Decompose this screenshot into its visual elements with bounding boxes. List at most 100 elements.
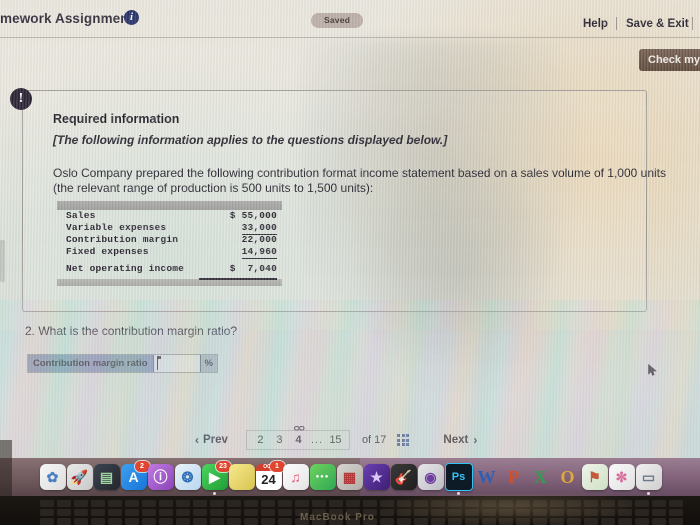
keyboard-key bbox=[125, 509, 139, 516]
keyboard-key bbox=[669, 500, 683, 507]
keyboard-key bbox=[261, 500, 275, 507]
page-number-4-current[interactable]: 4 bbox=[289, 426, 308, 446]
keyboard-key bbox=[176, 500, 190, 507]
keyboard-key bbox=[91, 509, 105, 516]
keyboard-key bbox=[159, 509, 173, 516]
keyboard-key bbox=[57, 500, 71, 507]
statement-bottom-bar bbox=[57, 279, 282, 286]
next-label: Next bbox=[443, 434, 469, 446]
macos-dock: ✿ 🚀 ▤ A 2 ⓘ ❂ ▶ 23 OCT 24 1 ♫ ●●● ▦ ★ 🎸 ◉ Ps W P X O ⚑ ✼ ▭ bbox=[0, 458, 700, 496]
percent-suffix: % bbox=[200, 355, 217, 372]
facetime-icon[interactable]: ▶ 23 bbox=[201, 461, 231, 495]
page-number-3[interactable]: 3 bbox=[270, 434, 289, 446]
statement-row: Variable expenses 33,000 bbox=[57, 222, 282, 235]
keyboard-key bbox=[652, 500, 666, 507]
keyboard-key bbox=[108, 518, 122, 525]
info-icon[interactable]: i bbox=[124, 10, 139, 25]
garageband-icon[interactable]: 🎸 bbox=[390, 464, 417, 490]
keyboard-key bbox=[244, 500, 258, 507]
keyboard-key bbox=[261, 518, 275, 525]
safari-icon[interactable]: ❂ bbox=[174, 464, 201, 490]
next-button[interactable]: Next › bbox=[443, 433, 477, 447]
help-link[interactable]: Help bbox=[583, 18, 608, 30]
launchpad-icon[interactable]: 🚀 bbox=[66, 464, 93, 490]
calendar-day-number: 24 bbox=[261, 472, 276, 487]
messages-icon[interactable]: ●●● bbox=[309, 464, 336, 490]
header-rule bbox=[0, 37, 700, 38]
keyboard-key bbox=[125, 500, 139, 507]
status-badge-saved: Saved bbox=[311, 13, 363, 28]
calendar-icon[interactable]: OCT 24 1 bbox=[255, 461, 285, 490]
keyboard-key bbox=[74, 509, 88, 516]
keyboard-key bbox=[193, 509, 207, 516]
income-statement-table: Sales $ 55,000 Variable expenses 33,000 Cont… bbox=[57, 201, 282, 286]
imovie-icon[interactable]: ★ bbox=[363, 464, 390, 490]
keyboard-key bbox=[210, 518, 224, 525]
statement-row-amount: $ 7,040 bbox=[229, 263, 277, 274]
answer-input[interactable] bbox=[152, 355, 201, 372]
keyboard-key bbox=[210, 500, 224, 507]
pagination-ellipsis: ... bbox=[310, 434, 324, 446]
keyboard-key bbox=[108, 500, 122, 507]
problem-text-line-2: (the relevant range of production is 500… bbox=[53, 181, 374, 195]
keyboard-key bbox=[329, 500, 343, 507]
keyboard-key bbox=[363, 500, 377, 507]
word-icon[interactable]: W bbox=[474, 464, 500, 490]
keyboard-key bbox=[227, 509, 241, 516]
statement-row-label: Sales bbox=[66, 210, 96, 221]
keyboard-key bbox=[669, 509, 683, 516]
check-my-work-button[interactable]: Check my work bbox=[639, 49, 700, 71]
app-store-icon[interactable]: A2 bbox=[120, 461, 150, 490]
keyboard-key bbox=[40, 518, 54, 525]
keyboard-key bbox=[278, 509, 292, 516]
keyboard-key bbox=[142, 509, 156, 516]
disc-app-icon[interactable]: ◉ bbox=[417, 464, 444, 490]
mission-control-icon[interactable]: ▤ bbox=[93, 464, 120, 490]
statement-double-rule bbox=[199, 278, 277, 280]
keyboard-key bbox=[278, 518, 292, 525]
powerpoint-icon[interactable]: P bbox=[501, 464, 527, 490]
podcasts-icon[interactable]: ⓘ bbox=[147, 464, 174, 490]
photos-app-icon[interactable]: ✼ bbox=[608, 464, 635, 490]
notes-icon[interactable] bbox=[228, 464, 255, 490]
keyboard-key bbox=[193, 518, 207, 525]
alert-icon: ! bbox=[10, 88, 32, 110]
keyboard-key bbox=[91, 500, 105, 507]
grid-icon[interactable] bbox=[397, 434, 410, 446]
statement-row-label: Fixed expenses bbox=[66, 246, 149, 257]
prev-button[interactable]: ‹ Prev bbox=[195, 433, 228, 447]
dock-running-dot bbox=[213, 492, 216, 495]
photo-booth-icon[interactable]: ▦ bbox=[336, 464, 363, 490]
keyboard-key bbox=[278, 500, 292, 507]
keyboard-key bbox=[193, 500, 207, 507]
statement-row: Contribution margin 22,000 bbox=[57, 234, 282, 246]
page-number-4-label: 4 bbox=[295, 434, 302, 446]
laptop-brand-label: MacBook Pro bbox=[300, 512, 375, 523]
keyboard-key bbox=[346, 500, 360, 507]
required-information-title: Required information bbox=[53, 112, 180, 126]
laptop-screen: mework Assignment i Saved Help Save & Ex… bbox=[0, 0, 700, 471]
keyboard-key bbox=[40, 509, 54, 516]
keyboard-key bbox=[210, 509, 224, 516]
preview-icon[interactable]: ▭ bbox=[635, 464, 662, 495]
link-icon bbox=[293, 426, 305, 431]
outlook-icon[interactable]: O bbox=[555, 464, 581, 490]
maps-icon[interactable]: ⚑ bbox=[581, 464, 608, 490]
photoshop-icon[interactable]: Ps bbox=[444, 463, 473, 495]
statement-row-label: Net operating income bbox=[66, 263, 185, 274]
scrollbar-thumb[interactable] bbox=[0, 240, 5, 282]
keyboard-key bbox=[176, 509, 190, 516]
keyboard-key bbox=[261, 509, 275, 516]
dock-running-dot bbox=[647, 492, 650, 495]
page-number-2[interactable]: 2 bbox=[251, 434, 270, 446]
keyboard-key bbox=[108, 509, 122, 516]
photos-icon[interactable]: ✿ bbox=[39, 464, 66, 490]
excel-icon[interactable]: X bbox=[528, 464, 554, 490]
page-number-15[interactable]: 15 bbox=[326, 434, 345, 446]
music-icon[interactable]: ♫ bbox=[282, 464, 309, 490]
keyboard-key bbox=[74, 518, 88, 525]
answer-label: Contribution margin ratio bbox=[28, 355, 153, 372]
keyboard-key bbox=[40, 500, 54, 507]
save-and-exit-button[interactable]: Save & Exit bbox=[626, 18, 689, 30]
keyboard-key bbox=[227, 500, 241, 507]
